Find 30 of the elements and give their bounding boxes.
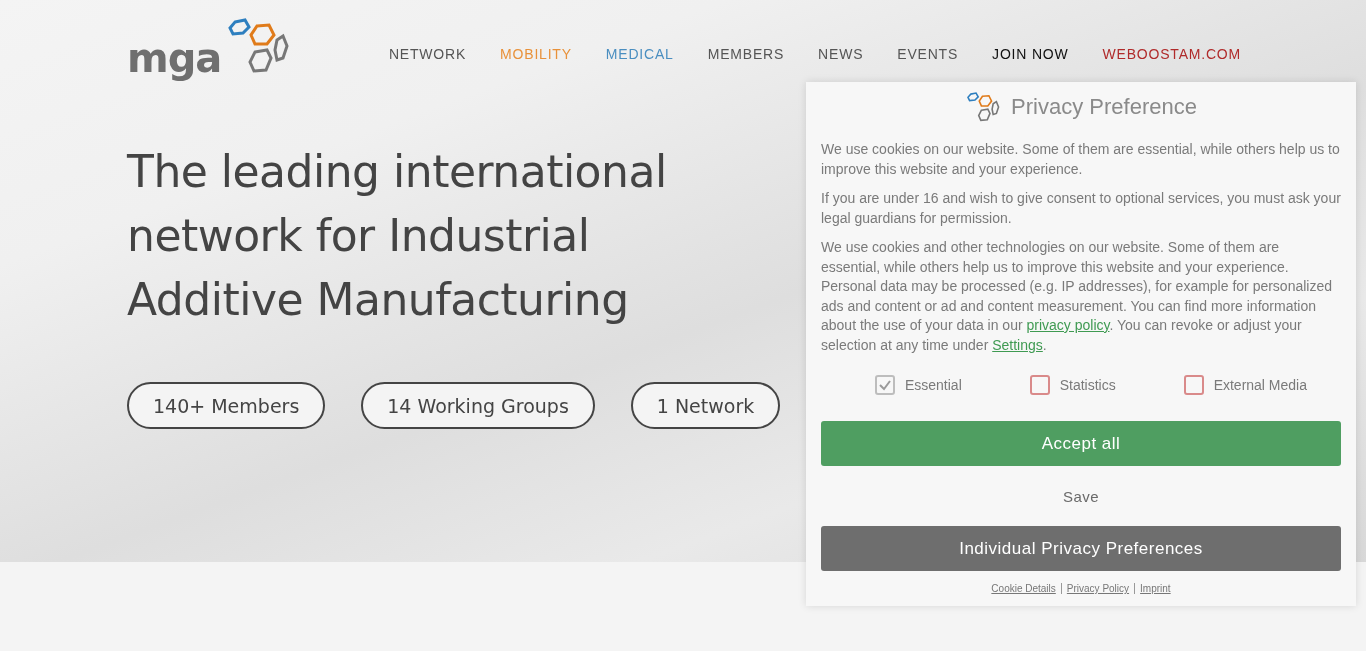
stat-pill[interactable]: 1 Network — [630, 382, 781, 429]
checkbox-label: Essential — [904, 377, 962, 393]
dialog-paragraph: We use cookies on our website. Some of them are essential, while others help us to improve this website and your experience. — [821, 140, 1341, 179]
nav-link[interactable]: MEDICAL — [605, 46, 674, 62]
save-button[interactable]: Save — [1042, 476, 1120, 516]
hero-headline: The leading international network for Industrial Additive Manufacturing — [127, 145, 668, 327]
dialog-title: Privacy Preference — [1011, 94, 1197, 120]
checkbox[interactable] — [874, 375, 895, 395]
checkbox[interactable] — [1183, 375, 1204, 395]
checkbox-label: Statistics — [1059, 377, 1116, 393]
check-icon — [878, 380, 891, 391]
nav-link[interactable]: JOIN NOW — [992, 46, 1069, 62]
nav-link[interactable]: WEBOOSTAM.COM — [1102, 46, 1241, 62]
stat-pill[interactable]: 140+ Members — [127, 382, 326, 429]
nav-link[interactable]: EVENTS — [897, 46, 959, 62]
footer-link[interactable]: Imprint — [1134, 583, 1176, 594]
dialog-paragraph: We use cookies and other technologies on our website. Some of them are essential, while others help us to improve this website and your experience. Personal data may be processed (e.g. IP addresses), for example for personalized ads and content or ad and content measurement. You can find more information about the use of your data in our privacy policy. You can revoke or adjust your selection at any time under Settings. — [821, 238, 1333, 355]
stat-pill[interactable]: 14 Working Groups — [361, 382, 595, 429]
hexagon-logo-icon — [965, 92, 1002, 122]
text-link[interactable]: Settings — [992, 336, 1043, 353]
preferences-button[interactable]: Individual Privacy Preferences — [821, 526, 1341, 571]
nav-link[interactable]: NETWORK — [388, 46, 467, 62]
footer-link[interactable]: Privacy Policy — [1060, 583, 1135, 594]
dialog-paragraph: If you are under 16 and wish to give consent to optional services, you must ask your legal guardians for permission. — [821, 189, 1341, 228]
accept-all-button[interactable]: Accept all — [821, 421, 1341, 466]
nav-link[interactable]: MEMBERS — [707, 46, 785, 62]
checkbox-label: External Media — [1213, 377, 1307, 393]
footer-link[interactable]: Cookie Details — [986, 583, 1061, 594]
nav-link[interactable]: NEWS — [818, 46, 864, 62]
checkbox[interactable] — [1029, 375, 1050, 395]
